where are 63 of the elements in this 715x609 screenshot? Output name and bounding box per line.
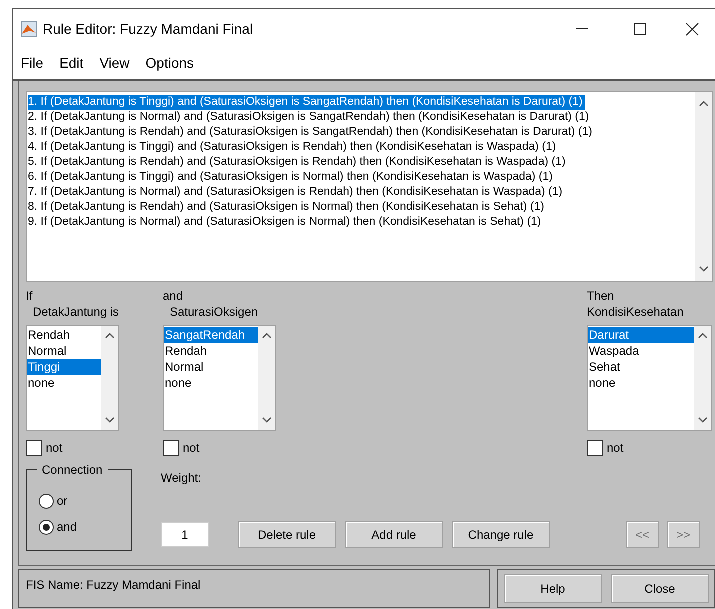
list-option[interactable]: Tinggi <box>27 359 101 375</box>
not-checkbox[interactable] <box>163 440 179 456</box>
rule-list[interactable] <box>26 91 713 282</box>
scroll-up-icon[interactable] <box>698 100 708 107</box>
footer-button[interactable]: Close <box>611 574 709 603</box>
scroll-down-icon[interactable] <box>262 417 272 424</box>
checkbox-label: not <box>183 440 200 457</box>
menu-item[interactable]: View <box>100 52 130 74</box>
option-list[interactable]: Darurat Waspada Sehat none <box>587 325 712 431</box>
list-option[interactable]: SangatRendah <box>164 327 258 343</box>
radio-label: and <box>57 519 78 536</box>
not-checkbox[interactable] <box>587 440 603 456</box>
scroll-up-icon[interactable] <box>262 332 272 339</box>
list-option[interactable]: Rendah <box>27 327 101 343</box>
list-option[interactable]: Normal <box>164 359 258 375</box>
footer-button[interactable]: Help <box>504 574 602 603</box>
menu-item[interactable]: Edit <box>60 52 84 74</box>
scroll-down-icon[interactable] <box>698 417 708 424</box>
app-logo-icon <box>21 21 37 37</box>
not-checkbox[interactable] <box>26 440 42 456</box>
radio-button[interactable] <box>39 520 54 534</box>
rule-item[interactable]: 1. If (DetakJantung is Tinggi) and (SaturasiOksigen is SangatRendah) then (KondisiKesehatan is Darurat) (1) <box>28 95 585 110</box>
scroll-up-icon[interactable] <box>698 332 708 339</box>
rule-item[interactable]: 4. If (DetakJantung is Tinggi) and (SaturasiOksigen is Rendah) then (KondisiKesehatan is Waspada) (1) <box>28 140 558 155</box>
scroll-up-icon[interactable] <box>104 332 114 339</box>
fis-name-text: FIS Name: Fuzzy Mamdani Final <box>26 577 201 594</box>
scroll-down-icon[interactable] <box>698 266 708 273</box>
weight-field[interactable]: 1 <box>161 522 209 547</box>
variable-name: DetakJantung is <box>32 304 120 320</box>
column-keyword: Then <box>587 288 614 304</box>
rule-action-button[interactable]: Delete rule <box>238 521 336 548</box>
weight-label: Weight: <box>161 470 202 487</box>
option-list[interactable]: Rendah Normal Tinggi none <box>26 325 119 431</box>
variable-name: SaturasiOksigen <box>169 304 258 320</box>
column-keyword: and <box>163 288 184 304</box>
rule-item[interactable]: 7. If (DetakJantung is Normal) and (SaturasiOksigen is Rendah) then (KondisiKesehatan is Waspada) (1) <box>28 185 565 200</box>
list-option[interactable]: none <box>164 375 258 391</box>
radio-button[interactable] <box>39 494 54 508</box>
menu-item[interactable]: Options <box>146 52 194 74</box>
list-option[interactable]: Darurat <box>588 327 694 343</box>
menu-item[interactable]: File <box>21 52 44 74</box>
scroll-down-icon[interactable] <box>104 417 114 424</box>
option-list[interactable]: SangatRendah Rendah Normal none <box>163 325 276 431</box>
column-keyword: If <box>26 288 33 304</box>
list-option[interactable]: Sehat <box>588 359 694 375</box>
window-title: Rule Editor: Fuzzy Mamdani Final <box>43 20 254 39</box>
rule-item[interactable]: 8. If (DetakJantung is Rendah) and (SaturasiOksigen is Normal) then (KondisiKesehatan is Sehat) (1) <box>28 200 546 215</box>
list-option[interactable]: Waspada <box>588 343 694 359</box>
variable-name: KondisiKesehatan <box>587 304 684 320</box>
list-option[interactable]: none <box>27 375 101 391</box>
list-option[interactable]: Normal <box>27 343 101 359</box>
rule-item[interactable]: 3. If (DetakJantung is Rendah) and (SaturasiOksigen is SangatRendah) then (KondisiKesehatan is Darurat) (1) <box>28 125 594 140</box>
rule-item[interactable]: 9. If (DetakJantung is Normal) and (SaturasiOksigen is Normal) then (KondisiKesehatan is Sehat) (1) <box>28 215 544 230</box>
rule-item[interactable]: 5. If (DetakJantung is Rendah) and (SaturasiOksigen is Rendah) then (KondisiKesehatan is Waspada) (1) <box>28 155 568 170</box>
rule-item[interactable]: 2. If (DetakJantung is Normal) and (SaturasiOksigen is SangatRendah) then (KondisiKesehatan is Darurat) (1) <box>28 110 592 125</box>
checkbox-label: not <box>46 440 63 457</box>
rule-item[interactable]: 6. If (DetakJantung is Tinggi) and (SaturasiOksigen is Normal) then (KondisiKesehatan is Waspada) (1) <box>28 170 555 185</box>
radio-label: or <box>57 493 68 510</box>
rule-action-button[interactable]: Change rule <box>452 521 550 548</box>
list-option[interactable]: none <box>588 375 694 391</box>
list-option[interactable]: Rendah <box>164 343 258 359</box>
checkbox-label: not <box>607 440 624 457</box>
rule-action-button[interactable]: Add rule <box>345 521 443 548</box>
